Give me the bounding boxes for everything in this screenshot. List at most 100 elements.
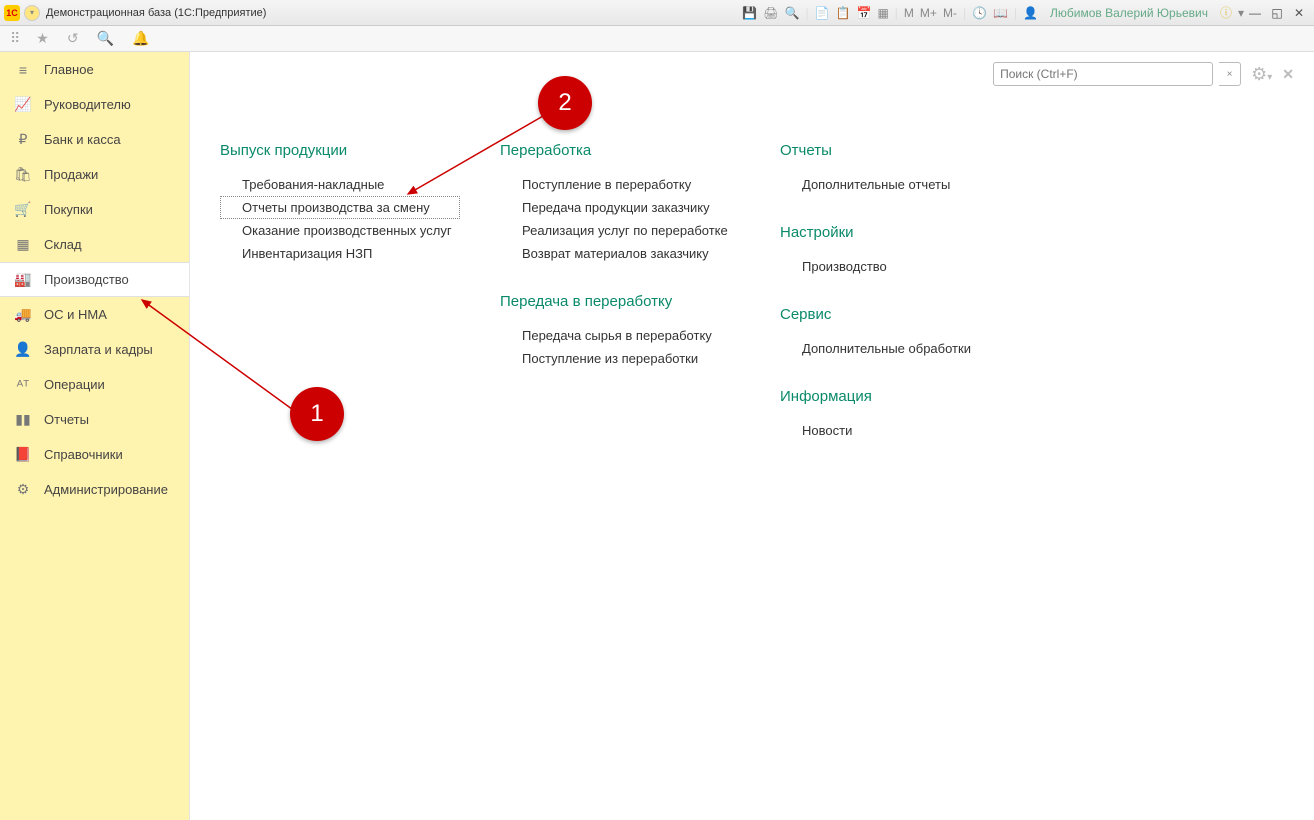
settings-icon[interactable]: ⚙▾ [1251, 64, 1272, 85]
cart-icon: 🛒 [14, 201, 32, 218]
link-additional-processing[interactable]: Дополнительные обработки [780, 337, 1020, 360]
section-title-processing: Переработка [500, 142, 740, 159]
ruble-icon: ₽ [14, 131, 32, 148]
copy-icon[interactable]: 📋 [836, 6, 851, 20]
chart-icon: 📈 [14, 96, 32, 113]
sidebar-item-warehouse[interactable]: ▦Склад [0, 227, 189, 262]
link-transfer-raw[interactable]: Передача сырья в переработку [500, 324, 740, 347]
titlebar: 1C ▾ Демонстрационная база (1С:Предприят… [0, 0, 1314, 26]
sidebar: ≡Главное 📈Руководителю ₽Банк и касса 🛍Пр… [0, 52, 190, 820]
grid-icon[interactable]: ▦ [877, 6, 888, 20]
panel-close-button[interactable]: ✕ [1282, 66, 1294, 83]
apps-icon[interactable]: ⠿ [10, 30, 18, 47]
book-icon: 📕 [14, 446, 32, 463]
column-reports: Отчеты Дополнительные отчеты Настройки П… [780, 136, 1020, 442]
app-logo-icon: 1C [4, 5, 20, 21]
link-wip-inventory[interactable]: Инвентаризация НЗП [220, 242, 460, 265]
sidebar-item-label: Администрирование [44, 482, 168, 497]
menu-icon: ≡ [14, 62, 32, 78]
calc-mplus-button[interactable]: M+ [920, 6, 937, 20]
sidebar-item-production[interactable]: 🏭 Производство [0, 262, 189, 297]
sidebar-item-main[interactable]: ≡ Главное [0, 52, 189, 87]
link-return-materials[interactable]: Возврат материалов заказчику [500, 242, 740, 265]
sidebar-item-label: Покупки [44, 202, 93, 217]
sidebar-item-purchases[interactable]: 🛒 Покупки [0, 192, 189, 227]
preview-icon[interactable]: 🔍 [785, 6, 800, 20]
link-production-settings[interactable]: Производство [780, 255, 1020, 278]
sidebar-item-label: ОС и НМА [44, 307, 107, 322]
info-icon[interactable]: ⓘ [1220, 4, 1232, 21]
person-icon: 👤 [14, 341, 32, 358]
sidebar-item-operations[interactable]: ᴬᵀ Операции [0, 367, 189, 402]
sidebar-item-label: Зарплата и кадры [44, 342, 153, 357]
sidebar-item-label: Склад [44, 237, 82, 252]
notifications-icon[interactable]: 🔔 [132, 30, 149, 47]
titlebar-tools: 💾 🖨 🔍 | 📄 📋 📅 ▦ | M M+ M- | 🕓 📖 | 👤 Люби… [742, 4, 1244, 21]
section-title-service: Сервис [780, 306, 1020, 323]
save-icon[interactable]: 💾 [742, 6, 757, 20]
gear-icon: ⚙ [14, 481, 32, 498]
sidebar-item-label: Производство [44, 272, 129, 287]
sidebar-item-label: Главное [44, 62, 94, 77]
factory-icon: 🏭 [14, 271, 32, 288]
window-title: Демонстрационная база (1С:Предприятие) [46, 7, 266, 19]
column-processing: Переработка Поступление в переработку Пе… [500, 136, 740, 442]
sidebar-item-salary[interactable]: 👤 Зарплата и кадры [0, 332, 189, 367]
main-area: ≡Главное 📈Руководителю ₽Банк и касса 🛍Пр… [0, 52, 1314, 820]
print-icon[interactable]: 🖨 [763, 6, 778, 20]
truck-icon: 🚚 [14, 306, 32, 323]
current-user-label: Любимов Валерий Юрьевич [1050, 6, 1208, 20]
callout-1: 1 [290, 387, 344, 441]
book-icon[interactable]: 📖 [993, 6, 1008, 20]
sidebar-item-admin[interactable]: ⚙ Администрирование [0, 472, 189, 507]
content-toolbar: × ⚙▾ ✕ [993, 62, 1294, 86]
link-transfer-customer[interactable]: Передача продукции заказчику [500, 196, 740, 219]
bag-icon: 🛍 [14, 166, 32, 183]
sidebar-item-sales[interactable]: 🛍Продажи [0, 157, 189, 192]
history-icon[interactable]: ↺ [67, 30, 79, 47]
sidebar-item-reports[interactable]: ▮▮ Отчеты [0, 402, 189, 437]
search-icon[interactable]: 🔍 [97, 30, 114, 47]
sidebar-item-label: Справочники [44, 447, 123, 462]
sidebar-item-label: Банк и касса [44, 132, 121, 147]
sidebar-item-directories[interactable]: 📕 Справочники [0, 437, 189, 472]
link-production-services[interactable]: Оказание производственных услуг [220, 219, 460, 242]
window-minimize-button[interactable]: — [1244, 3, 1266, 23]
section-title-reports: Отчеты [780, 142, 1020, 159]
sidebar-item-label: Операции [44, 377, 105, 392]
sidebar-item-assets[interactable]: 🚚 ОС и НМА [0, 297, 189, 332]
sidebar-item-label: Руководителю [44, 97, 131, 112]
link-news[interactable]: Новости [780, 419, 1020, 442]
link-production-reports[interactable]: Отчеты производства за смену [220, 196, 460, 219]
search-input[interactable] [993, 62, 1213, 86]
search-clear-button[interactable]: × [1219, 62, 1241, 86]
window-close-button[interactable]: ✕ [1288, 3, 1310, 23]
link-additional-reports[interactable]: Дополнительные отчеты [780, 173, 1020, 196]
clock-icon[interactable]: 🕓 [972, 6, 987, 20]
user-icon[interactable]: 👤 [1023, 6, 1038, 20]
titlebar-dropdown-icon[interactable]: ▾ [24, 5, 40, 21]
doc-icon[interactable]: 📄 [815, 6, 830, 20]
section-title-info: Информация [780, 388, 1020, 405]
toolstrip: ⠿ ★ ↺ 🔍 🔔 [0, 26, 1314, 52]
section-title-transfer: Передача в переработку [500, 293, 740, 310]
dtct-icon: ᴬᵀ [14, 377, 32, 393]
link-requirements[interactable]: Требования-накладные [220, 173, 460, 196]
column-output: Выпуск продукции Требования-накладные От… [220, 136, 460, 442]
sidebar-item-label: Отчеты [44, 412, 89, 427]
calc-mminus-button[interactable]: M- [943, 6, 957, 20]
callout-2: 2 [538, 76, 592, 130]
section-title-output: Выпуск продукции [220, 142, 460, 159]
sidebar-item-bank[interactable]: ₽ Банк и касса [0, 122, 189, 157]
sidebar-item-manager[interactable]: 📈 Руководителю [0, 87, 189, 122]
link-processing-services[interactable]: Реализация услуг по переработке [500, 219, 740, 242]
calendar-icon[interactable]: 📅 [857, 6, 872, 20]
calc-m-button[interactable]: M [904, 6, 914, 20]
window-restore-button[interactable]: ◱ [1266, 3, 1288, 23]
link-receive-from-processing[interactable]: Поступление из переработки [500, 347, 740, 370]
bars-icon: ▮▮ [14, 411, 32, 428]
favorite-icon[interactable]: ★ [36, 30, 49, 47]
section-title-settings: Настройки [780, 224, 1020, 241]
link-receive-processing[interactable]: Поступление в переработку [500, 173, 740, 196]
content-area: × ⚙▾ ✕ Выпуск продукции Требования-накла… [190, 52, 1314, 820]
